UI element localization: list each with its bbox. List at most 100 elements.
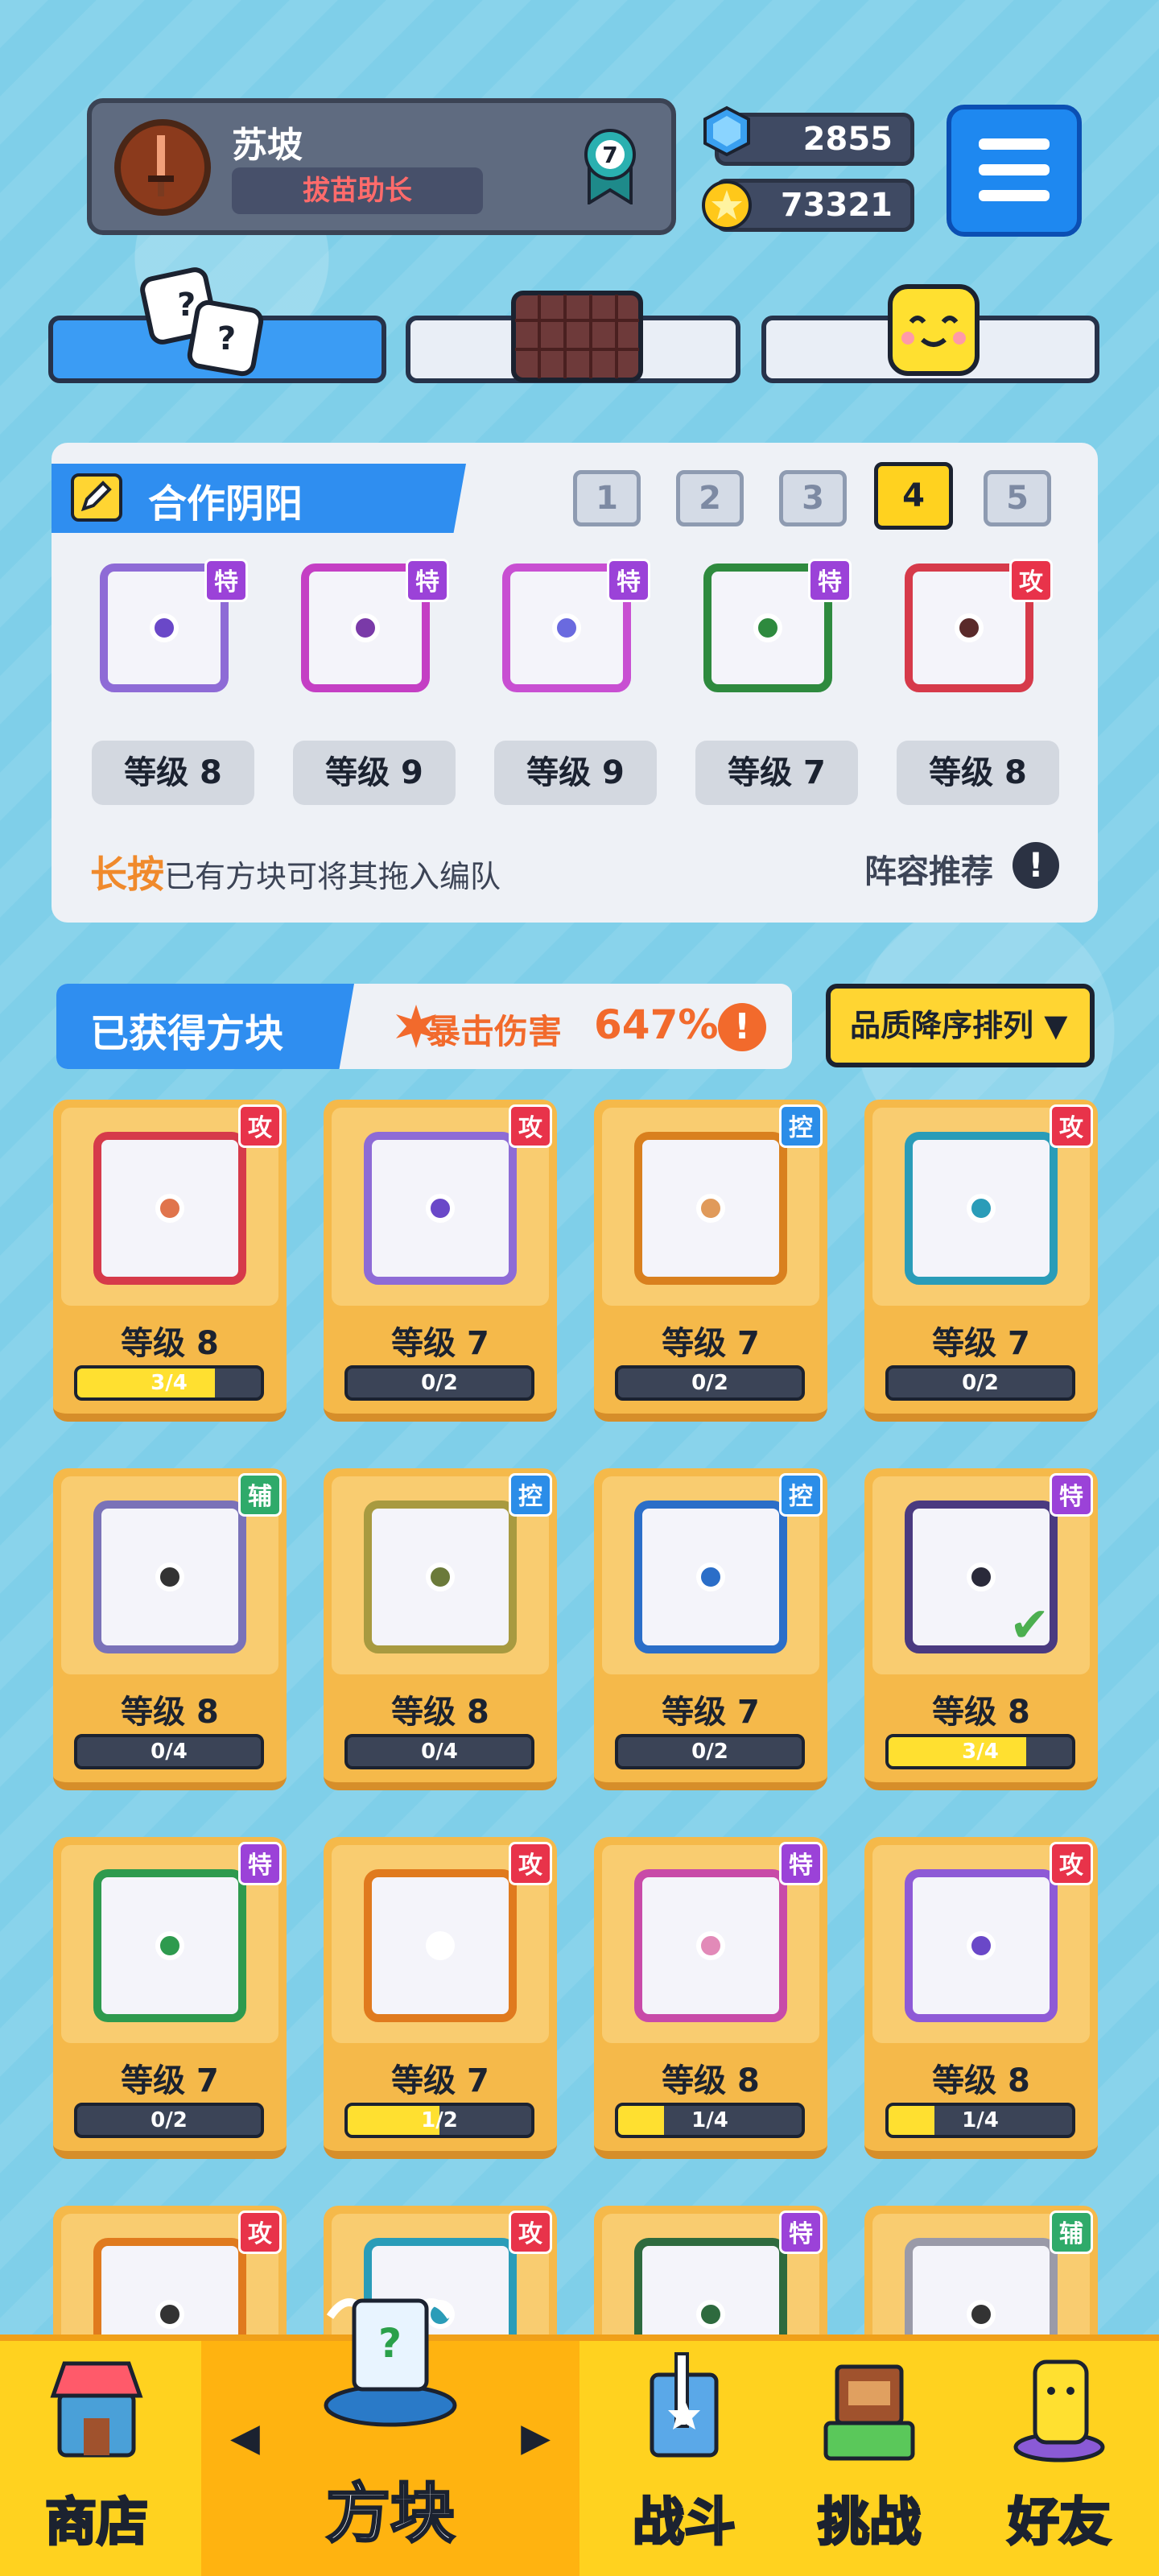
sort-dropdown[interactable]: 品质降序排列 ▼ [826, 984, 1095, 1067]
upgrade-progress: 3/4 [885, 1734, 1075, 1769]
block-core [967, 1563, 996, 1591]
block-card[interactable]: 辅等级 8 0/4 [53, 1468, 287, 1790]
prev-arrow-icon[interactable]: ◀ [230, 2415, 260, 2460]
progress-text: 0/2 [691, 1740, 728, 1764]
team-slot[interactable]: 特 [84, 547, 248, 708]
block-core [155, 1563, 184, 1591]
mystery-block-icon: ? [324, 2298, 457, 2427]
upgrade-progress: 0/2 [74, 2103, 264, 2138]
block-card[interactable]: 攻等级 7 1/2 [324, 1837, 557, 2159]
block-card[interactable]: 控等级 8 0/4 [324, 1468, 557, 1790]
nav-battle-label: 战斗 [632, 2492, 737, 2554]
type-badge: 控 [509, 1473, 552, 1517]
block-frame [93, 1501, 246, 1653]
progress-text: 1/4 [962, 2108, 999, 2132]
block-core [426, 1194, 455, 1223]
card-level: 等级 7 [391, 2062, 489, 2099]
team-slot[interactable]: 特 [285, 547, 449, 708]
friends-icon [1013, 2359, 1105, 2462]
team-slot[interactable]: 特 [486, 547, 650, 708]
block-core [696, 2300, 725, 2329]
nav-shop-label: 商店 [44, 2492, 150, 2554]
block-core [955, 613, 984, 642]
block-card[interactable]: 特 ✔ 等级 8 3/4 [864, 1468, 1098, 1790]
nav-challenge[interactable]: 挑战 [773, 2341, 966, 2576]
nav-friends[interactable]: 好友 [963, 2341, 1156, 2576]
main-menu-button[interactable] [947, 105, 1082, 237]
coin-icon [702, 180, 752, 230]
block-frame [905, 1869, 1058, 2022]
block-frame [634, 1869, 787, 2022]
nav-shop[interactable]: 商店 [0, 2341, 193, 2576]
nav-challenge-label: 挑战 [817, 2492, 922, 2554]
battle-icon [650, 2352, 719, 2458]
card-level: 等级 8 [932, 2062, 1030, 2099]
progress-text: 0/4 [421, 1740, 458, 1764]
nav-blocks[interactable]: ? ◀ ▶ 方块 [201, 2298, 580, 2576]
rank-badge-icon: 7 [584, 129, 636, 204]
progress-text: 3/4 [151, 1371, 188, 1395]
next-arrow-icon[interactable]: ▶ [521, 2415, 551, 2460]
block-frame [364, 1132, 517, 1285]
slot-level: 等级 9 [293, 741, 456, 805]
team-slot[interactable]: 攻 [889, 547, 1053, 708]
team-tab-4[interactable]: 4 [874, 462, 953, 530]
smiley-block-icon [888, 284, 980, 376]
upgrade-progress: 1/4 [615, 2103, 805, 2138]
block-card[interactable]: 控等级 7 0/2 [594, 1100, 827, 1422]
info-icon[interactable]: ! [1013, 842, 1059, 889]
type-badge: 攻 [509, 1104, 552, 1148]
progress-text: 0/2 [151, 2108, 188, 2132]
player-avatar [114, 119, 211, 216]
block-card[interactable]: 特等级 7 0/2 [53, 1837, 287, 2159]
team-slot[interactable]: 特 [687, 547, 852, 708]
type-badge: 特 [406, 559, 449, 602]
nav-battle[interactable]: 战斗 [588, 2341, 781, 2576]
upgrade-progress: 0/2 [615, 1365, 805, 1401]
slot-level: 等级 7 [695, 741, 858, 805]
edit-pencil-icon[interactable] [71, 473, 122, 522]
hint-text: 已有方块可将其拖入编队 [164, 859, 501, 894]
player-name: 苏坡 [232, 125, 303, 166]
block-frame [634, 1501, 787, 1653]
block-core [351, 613, 380, 642]
crit-info-icon[interactable]: ! [718, 1003, 766, 1051]
type-badge: 辅 [1050, 2211, 1093, 2254]
svg-text:?: ? [217, 320, 236, 357]
type-badge: 特 [1050, 1473, 1093, 1517]
lineup-recommend-button[interactable]: 阵容推荐 [864, 845, 993, 892]
drag-hint: 长按已有方块可将其拖入编队 [90, 845, 501, 898]
card-level: 等级 7 [662, 1694, 760, 1731]
slot-level: 等级 8 [92, 741, 254, 805]
crit-damage-label: 暴击伤害 [427, 1012, 563, 1051]
type-badge: 攻 [238, 1104, 282, 1148]
progress-text: 1/2 [421, 2108, 458, 2132]
player-profile[interactable]: 苏坡 拔苗助长 7 [87, 98, 676, 235]
block-card[interactable]: 控等级 7 0/2 [594, 1468, 827, 1790]
progress-text: 0/2 [421, 1371, 458, 1395]
type-badge: 攻 [1050, 1842, 1093, 1885]
block-frame [634, 1132, 787, 1285]
block-card[interactable]: 特等级 8 1/4 [594, 1837, 827, 2159]
type-badge: 控 [779, 1473, 823, 1517]
team-tab-2[interactable]: 2 [676, 470, 744, 526]
block-card[interactable]: 攻等级 7 0/2 [864, 1100, 1098, 1422]
upgrade-progress: 0/4 [344, 1734, 534, 1769]
team-tab-3[interactable]: 3 [779, 470, 847, 526]
owned-header: 已获得方块 暴击伤害 647% ! [56, 984, 792, 1069]
team-tab-1[interactable]: 1 [573, 470, 641, 526]
card-level: 等级 8 [662, 2062, 760, 2099]
block-card[interactable]: 攻等级 7 0/2 [324, 1100, 557, 1422]
card-level: 等级 8 [121, 1694, 219, 1731]
block-card[interactable]: 攻等级 8 3/4 [53, 1100, 287, 1422]
block-core [150, 613, 179, 642]
hint-key: 长按 [90, 852, 164, 896]
block-card[interactable]: 攻等级 8 1/4 [864, 1837, 1098, 2159]
block-frame [93, 1132, 246, 1285]
block-core [696, 1563, 725, 1591]
owned-title: 已获得方块 [90, 1011, 284, 1056]
type-badge: 特 [238, 1842, 282, 1885]
team-tab-5[interactable]: 5 [984, 470, 1051, 526]
block-core [155, 2300, 184, 2329]
shop-icon [50, 2361, 143, 2458]
